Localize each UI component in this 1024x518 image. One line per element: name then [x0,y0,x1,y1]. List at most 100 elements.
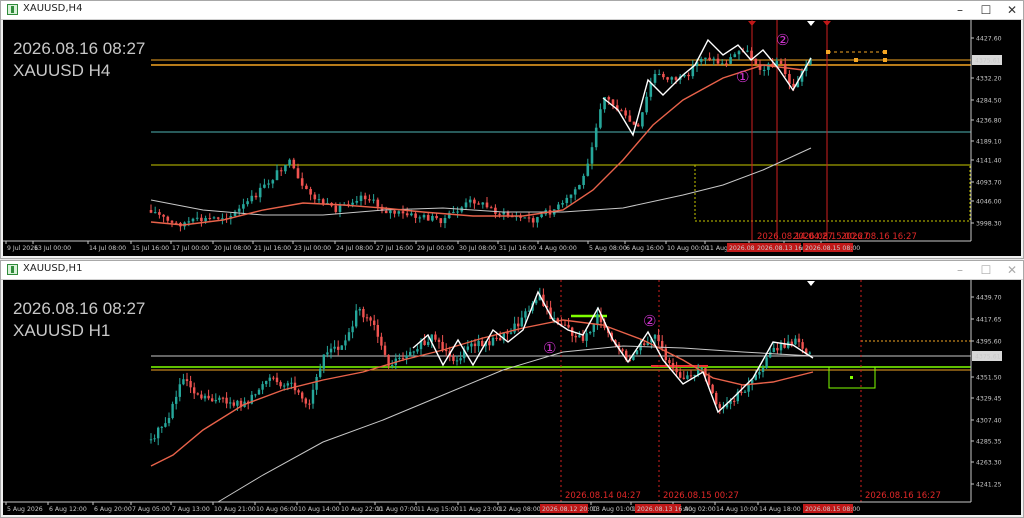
candle [769,352,772,358]
candle [401,211,405,214]
chart-window-icon [7,264,18,275]
price-tick-label: 4351.50 [976,375,1002,382]
candle [283,385,286,387]
candle [368,199,371,201]
price-tick-label: 4046.00 [976,199,1002,206]
price-tick-label: 4329.45 [976,396,1002,403]
minimize-icon[interactable]: – [947,1,973,19]
candle [211,398,214,402]
candle [423,340,426,345]
window-titlebar[interactable]: XAUUSD,H1 – ☐ ✕ [1,261,1023,280]
candle [477,340,480,347]
candle [801,342,804,349]
circle-marker-label: ② [643,312,656,330]
candle [632,121,636,125]
candle [309,189,312,195]
candle [725,63,728,65]
candle [160,426,163,428]
candle [435,215,438,219]
candle [523,217,527,219]
close-icon[interactable]: ✕ [999,261,1024,279]
candle [455,360,459,362]
candle [707,376,711,385]
candle [481,340,484,347]
event-vline-label: 2026.08.15 00:27 [663,491,739,501]
time-marker-label: 2026.08.12 20:00 [542,506,597,513]
price-chart-h4[interactable]: ① ② 4427.60 4375.61 4332.20 4284.50 4236.80 418… [3,20,1021,256]
candle [689,375,693,377]
candle [758,371,761,375]
minimize-icon[interactable]: – [947,261,973,279]
candle [740,391,743,393]
price-tick-label: 4307.40 [976,418,1002,425]
candle [362,308,365,318]
candle [473,343,477,347]
candle [754,58,758,65]
time-tick-label: 14 Aug 10:00 [716,506,758,513]
candle [674,77,678,80]
window-title: XAUUSD,H1 [23,263,83,274]
candle [153,212,157,214]
candle [459,358,462,361]
candle [297,390,300,393]
candle [290,382,293,384]
candle [304,398,307,404]
candle [254,195,258,198]
candle [376,199,380,207]
chart-window-icon [7,4,18,15]
candle [216,217,220,219]
time-marker-label: 2026.08.13 16:00 [637,506,692,513]
circle-marker-label: ① [543,339,556,357]
candle [715,392,718,405]
candle [376,324,379,337]
candle [657,73,661,75]
candle [317,199,321,201]
maximize-icon[interactable]: ☐ [973,261,999,279]
candle [653,73,657,83]
candle [191,218,195,222]
candle [720,63,724,65]
candle [620,110,623,112]
candle [477,203,480,205]
candle [182,379,185,385]
chart-area-h4[interactable]: ① ② 4427.60 4375.61 4332.20 4284.50 4236.80 418… [3,20,1021,256]
candle [733,54,737,58]
candle [344,340,347,346]
candle [221,397,225,399]
price-tick-label: 4417.65 [976,317,1002,324]
candle [221,218,224,220]
price-chart-h1[interactable]: ① ② 4439.70 4417.65 4395.60 4375.61 4351.50 432… [3,280,1021,515]
time-tick-label: 11 Aug 15:00 [417,506,459,513]
time-tick-label: 15 Jul 16:00 [132,245,169,252]
time-tick-label: 13 Aug 01:00 [592,506,634,513]
candle [718,404,721,408]
chart-window-h1[interactable]: XAUUSD,H1 – ☐ ✕ ① ② 4439.70 4417.65 4395.60 4… [0,260,1024,518]
candle [499,338,502,341]
candle [383,345,387,355]
candle [708,57,711,61]
candle [557,204,560,210]
candle [641,112,644,127]
window-titlebar[interactable]: XAUUSD,H4 – ☐ ✕ [1,1,1023,20]
candle [355,310,358,327]
maximize-icon[interactable]: ☐ [973,1,999,19]
time-marker-label: 2026.08.15 08:00 [805,506,860,513]
close-icon[interactable]: ✕ [999,1,1024,19]
candle [158,212,161,215]
price-tick-label: 4332.20 [976,76,1002,83]
candle [671,363,675,369]
event-vline-label: 2026.08.16 16:27 [865,491,941,501]
candle [389,210,392,214]
target-point [883,58,887,62]
chart-area-h1[interactable]: ① ② 4439.70 4417.65 4395.60 4375.61 4351.50 432… [3,280,1021,515]
candle [590,147,594,164]
candle [682,377,685,379]
chart-window-h4[interactable]: XAUUSD,H4 – ☐ ✕ ① ② 4427.60 4375.61 4332.20 4… [0,0,1024,259]
candle [466,346,469,350]
candle [596,314,599,325]
candle [481,202,485,205]
candle [212,217,216,219]
candle [427,341,430,345]
candle [308,403,311,405]
candle [790,341,793,345]
